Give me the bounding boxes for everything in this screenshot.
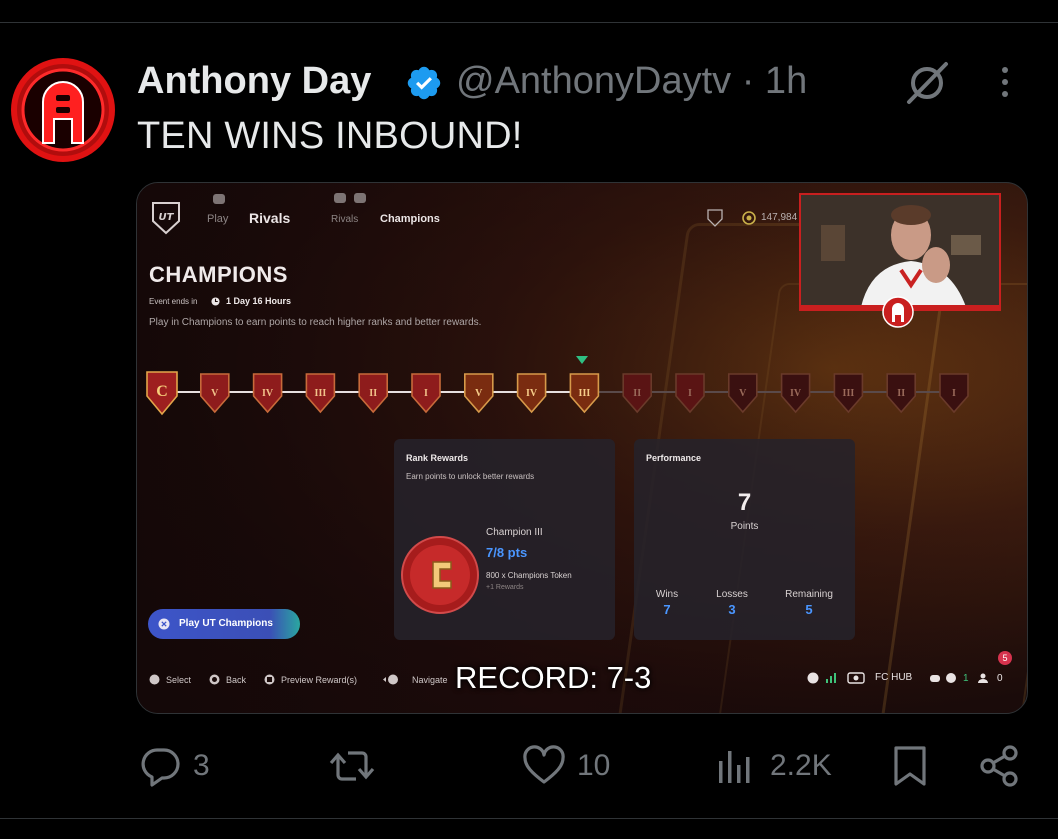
bookmark-icon[interactable] (890, 745, 930, 787)
cross-button-icon (158, 618, 170, 630)
rank-rewards-panel: Rank Rewards Earn points to unlock bette… (394, 439, 615, 640)
performance-panel: Performance 7 Points Wins 7 Losses 3 Rem… (634, 439, 855, 640)
rank-badge[interactable]: I (939, 373, 969, 414)
rank-badge-label: IV (790, 388, 802, 399)
rank-badge[interactable]: III (569, 373, 600, 414)
rank-badge[interactable]: II (358, 373, 388, 414)
grok-icon[interactable] (904, 60, 950, 106)
record-overlay: RECORD: 7-3 (455, 660, 652, 695)
top-divider (0, 22, 1058, 23)
rank-badge[interactable]: II (622, 373, 652, 414)
repost-icon[interactable] (328, 745, 376, 787)
rank-badge-label: III (579, 388, 591, 399)
reply-count: 3 (193, 749, 210, 782)
wins-label: Wins (655, 589, 679, 600)
wins-value: 7 (663, 602, 671, 617)
reward-points: 7/8 pts (486, 545, 528, 560)
play-ut-champions-button[interactable]: Play UT Champions (148, 609, 300, 639)
post-time[interactable]: · 1h (742, 60, 807, 102)
rank-rewards-subtitle: Earn points to unlock better rewards (406, 472, 535, 481)
streamer-webcam (799, 193, 1001, 309)
play-button-label: Play UT Champions (179, 618, 273, 629)
hint-preview-rewards: Preview Reward(s) (281, 675, 358, 685)
champion-badge-icon[interactable] (400, 535, 480, 615)
rank-badge-label: I (424, 388, 428, 399)
losses-label: Losses (716, 589, 748, 600)
reply-icon[interactable] (138, 745, 182, 787)
performance-points-value: 7 (737, 489, 752, 516)
rank-badge[interactable]: V (464, 373, 494, 414)
square-button-icon (264, 674, 275, 685)
tweet-media-image[interactable]: UT Play Rivals Rivals Champions 147,984 … (136, 182, 1028, 714)
bottom-divider (0, 818, 1058, 819)
verified-badge-icon (407, 66, 441, 100)
hint-back: Back (226, 675, 247, 685)
rank-badge[interactable]: I (675, 373, 705, 414)
rank-rewards-title: Rank Rewards (406, 453, 469, 463)
author-handle[interactable]: @AnthonyDaytv (456, 60, 731, 102)
like-count: 10 (577, 749, 611, 782)
rank-badge[interactable]: II (886, 373, 916, 414)
rank-badge[interactable]: III (833, 373, 864, 414)
reward-rank-name: Champion III (486, 527, 543, 538)
fc-hub-label: FC HUB (875, 672, 913, 683)
webcam-image (801, 195, 999, 307)
tweet-text: TEN WINS INBOUND! (137, 115, 523, 157)
controller-icon (930, 675, 940, 682)
remaining-value: 5 (805, 602, 813, 617)
online-count: 1 (963, 673, 969, 684)
hint-select: Select (166, 675, 192, 685)
rank-badge-label: II (633, 388, 641, 399)
friends-count: 0 (997, 673, 1003, 684)
circle-button-icon (209, 674, 220, 685)
reward-more: +1 Rewards (486, 584, 524, 591)
streamer-logo-icon (882, 296, 914, 328)
rank-badge[interactable]: C (146, 371, 178, 416)
rank-badge-label: III (843, 388, 855, 399)
views-icon[interactable] (716, 745, 756, 787)
author-handle-and-time[interactable]: @AnthonyDaytv · 1h (456, 60, 807, 103)
rank-badge[interactable]: V (728, 373, 758, 414)
rank-badge-label: II (369, 388, 377, 399)
rank-badge[interactable]: IV (252, 373, 283, 414)
like-icon[interactable] (522, 745, 566, 787)
rank-badge-label: IV (526, 388, 538, 399)
friends-icon (978, 673, 988, 683)
rank-badge[interactable]: III (305, 373, 336, 414)
author-name[interactable]: Anthony Day (137, 60, 371, 103)
rank-badge-label: V (739, 388, 747, 399)
share-icon[interactable] (978, 745, 1022, 787)
left-stick-icon (383, 674, 398, 685)
current-rank-marker (576, 356, 588, 364)
rank-badge-label: V (211, 388, 219, 399)
rank-badge-label: V (475, 388, 483, 399)
rank-badge-label: III (315, 388, 327, 399)
signal-icon (826, 673, 836, 683)
rank-badge-label: I (952, 388, 956, 399)
rank-badge[interactable]: IV (780, 373, 811, 414)
rank-badge-label: IV (262, 388, 274, 399)
more-options-icon[interactable] (990, 62, 1020, 102)
rank-badge-label: I (688, 388, 692, 399)
camera-icon (847, 672, 865, 684)
performance-points-label: Points (730, 521, 759, 532)
rank-badge[interactable]: I (411, 373, 441, 414)
rank-badge-label: II (897, 388, 905, 399)
rank-badge[interactable]: V (200, 373, 230, 414)
hint-navigate: Navigate (412, 675, 448, 685)
remaining-label: Remaining (785, 589, 833, 600)
rank-badge-label: C (156, 383, 168, 400)
author-avatar[interactable] (10, 57, 116, 163)
performance-title: Performance (646, 453, 702, 463)
losses-value: 3 (728, 602, 736, 617)
cross-button-icon (149, 674, 160, 685)
notification-badge: 5 (998, 651, 1012, 665)
ea-icon (807, 672, 819, 684)
reward-token: 800 x Champions Token (486, 571, 572, 580)
rank-badge[interactable]: IV (516, 373, 547, 414)
friends-status-icon (946, 673, 956, 683)
views-count: 2.2K (770, 749, 832, 782)
